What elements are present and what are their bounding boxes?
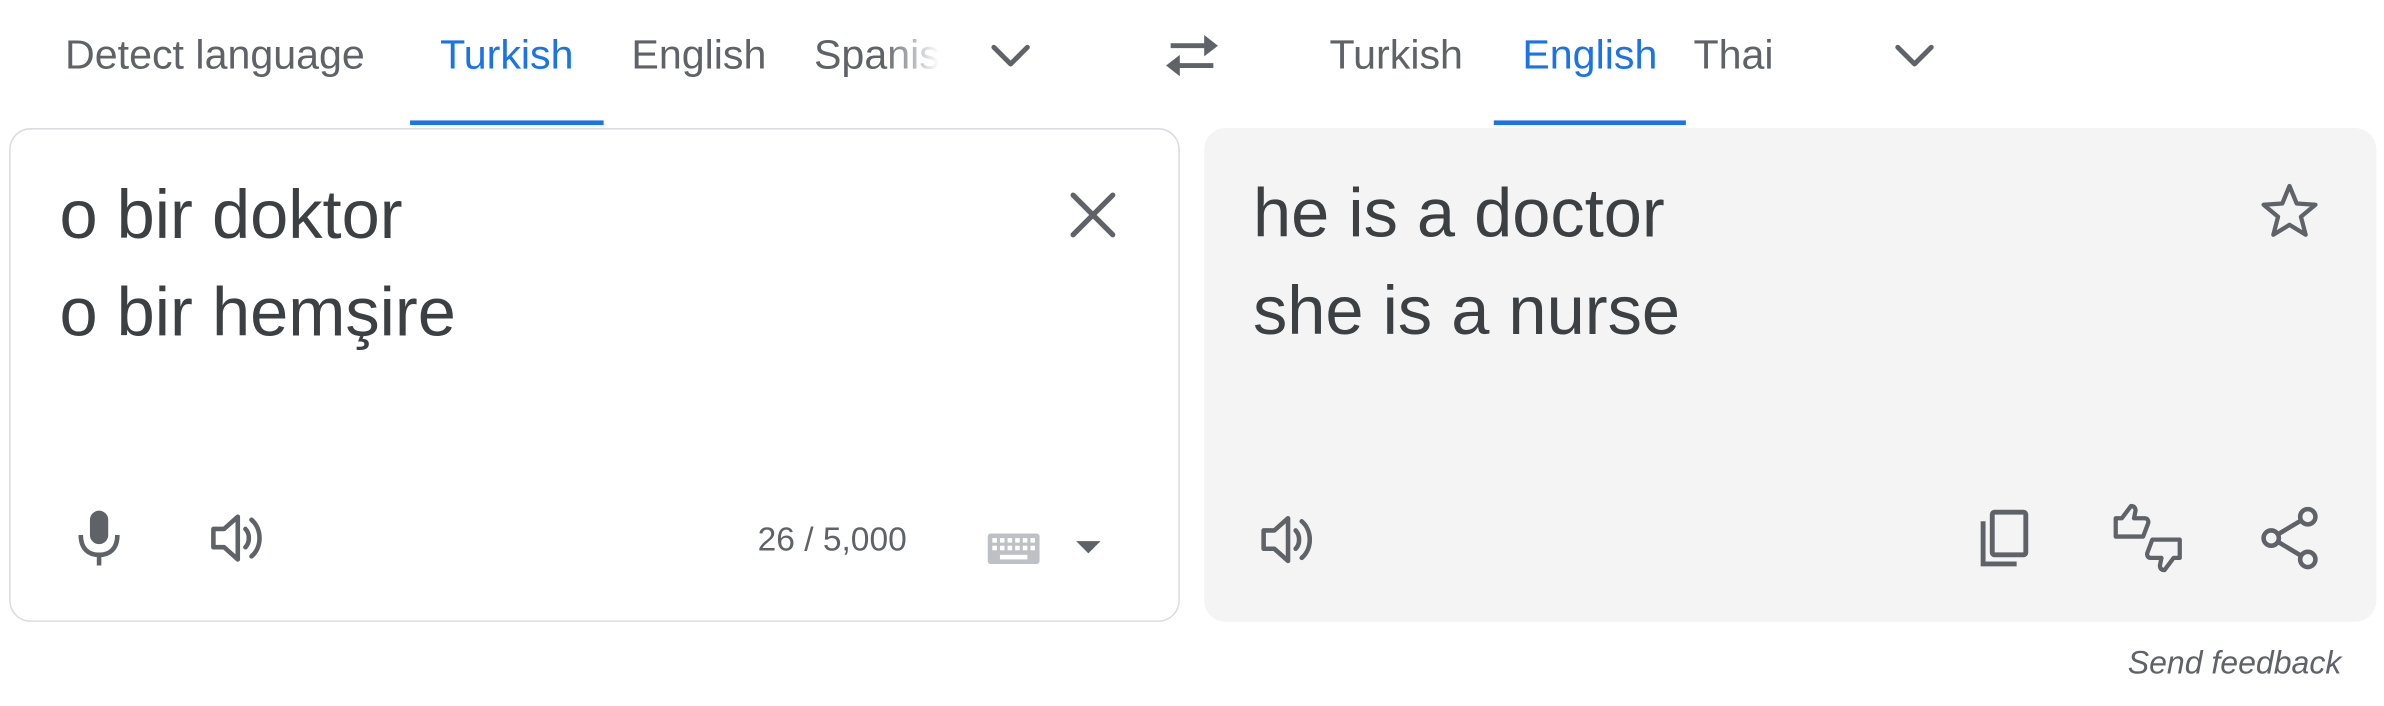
chevron-down-icon <box>991 44 1030 67</box>
share-icon <box>2261 506 2318 570</box>
translator: Detect language Turkish English Spanish … <box>0 0 2384 706</box>
tab-detect-language[interactable]: Detect language <box>46 0 384 125</box>
tab-source-spanish[interactable]: Spanish <box>814 0 939 125</box>
chevron-down-icon <box>1895 44 1934 67</box>
input-tools-button[interactable] <box>983 529 1044 569</box>
character-count: 26 / 5,000 <box>757 519 907 558</box>
microphone-icon <box>78 510 120 566</box>
clear-source-button[interactable] <box>1059 181 1126 248</box>
tab-target-english[interactable]: English <box>1493 0 1686 125</box>
source-language-bar: Detect language Turkish English Spanish <box>46 0 1174 125</box>
translation-line: he is a doctor <box>1252 173 1665 252</box>
speaker-icon <box>211 514 262 562</box>
copy-translation-button[interactable] <box>1969 503 2036 573</box>
more-target-languages-button[interactable] <box>1879 24 1949 85</box>
share-translation-button[interactable] <box>2256 503 2323 573</box>
speaker-icon <box>1261 515 1313 564</box>
input-tools-dropdown-button[interactable] <box>1069 532 1109 562</box>
copy-icon <box>1980 509 2029 567</box>
keyboard-icon <box>987 533 1040 564</box>
swap-languages-button[interactable] <box>1152 24 1231 85</box>
dropdown-arrow-icon <box>1076 541 1101 554</box>
tab-target-thai[interactable]: Thai <box>1693 0 1800 125</box>
source-text-panel: o bir doktor o bir hemşire 26 / 5,000 <box>9 128 1180 622</box>
source-line: o bir hemşire <box>59 272 456 351</box>
more-source-languages-button[interactable] <box>976 24 1046 85</box>
listen-source-button[interactable] <box>206 505 273 572</box>
translation-line: she is a nurse <box>1252 271 1681 350</box>
source-line: o bir doktor <box>59 175 403 254</box>
source-text-input[interactable]: o bir doktor o bir hemşire <box>59 166 455 361</box>
tab-source-english[interactable]: English <box>610 0 788 125</box>
translation-panel: he is a doctor she is a nurse <box>1204 128 2377 622</box>
star-icon <box>2261 183 2318 237</box>
target-language-bar: Turkish English Thai <box>1300 0 2375 125</box>
listen-translation-button[interactable] <box>1256 506 1323 573</box>
rate-translation-icon <box>2113 503 2182 573</box>
tab-target-turkish[interactable]: Turkish <box>1300 0 1492 125</box>
close-icon <box>1070 192 1116 238</box>
rate-translation-button[interactable] <box>2110 500 2186 576</box>
translation-output: he is a doctor she is a nurse <box>1253 165 1680 360</box>
tab-source-turkish[interactable]: Turkish <box>410 0 604 125</box>
send-feedback-link[interactable]: Send feedback <box>2128 646 2342 683</box>
save-translation-button[interactable] <box>2256 177 2323 244</box>
voice-input-button[interactable] <box>66 505 133 572</box>
swap-arrows-icon <box>1166 35 1218 77</box>
